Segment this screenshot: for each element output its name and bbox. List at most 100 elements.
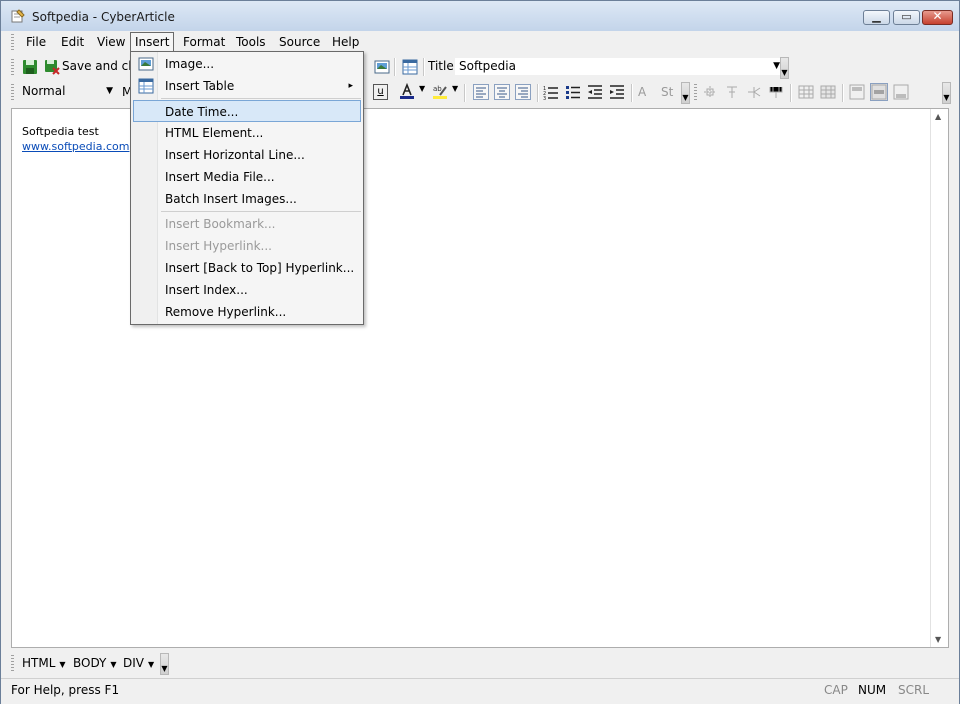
menu-item-back-to-top[interactable]: Insert [Back to Top] Hyperlink... xyxy=(133,257,361,279)
merge-cells-icon[interactable] xyxy=(768,84,784,100)
menu-edit[interactable]: Edit xyxy=(57,33,88,52)
vertical-scrollbar[interactable]: ▲ ▼ xyxy=(930,109,948,647)
table-grid-icon[interactable] xyxy=(798,84,814,100)
menu-item-hyperlink: Insert Hyperlink... xyxy=(133,235,361,257)
menu-item-date-time[interactable]: Date Time... xyxy=(133,100,361,122)
superscript-icon[interactable]: A xyxy=(638,85,646,99)
format-toolbar-overflow-button[interactable]: ▼ xyxy=(681,82,690,104)
menu-item-label: Insert Table xyxy=(165,79,235,93)
outdent-icon[interactable] xyxy=(587,84,603,100)
table-icon xyxy=(138,78,154,94)
window-title: Softpedia - CyberArticle xyxy=(32,10,175,24)
minimize-icon: ▁ xyxy=(872,10,881,23)
status-help-text: For Help, press F1 xyxy=(11,683,120,697)
menu-item-label: Insert Media File... xyxy=(165,170,275,184)
menu-item-label: Batch Insert Images... xyxy=(165,192,297,206)
menu-tools[interactable]: Tools xyxy=(232,33,270,52)
app-icon xyxy=(11,9,25,23)
font-color-icon[interactable] xyxy=(399,83,415,99)
scroll-down-icon[interactable]: ▼ xyxy=(935,635,941,644)
bullet-list-icon[interactable] xyxy=(565,84,581,100)
indent-icon[interactable] xyxy=(609,84,625,100)
menu-item-label: HTML Element... xyxy=(165,126,264,140)
breadcrumb-div[interactable]: DIV ▼ xyxy=(123,656,154,670)
valign-top-icon[interactable] xyxy=(849,84,865,100)
menu-item-bookmark: Insert Bookmark... xyxy=(133,213,361,235)
breadcrumb-label: DIV xyxy=(123,656,144,670)
style-value: Normal xyxy=(22,84,66,98)
highlight-color-icon[interactable]: ab xyxy=(432,83,448,99)
paragraph-style-select[interactable]: Normal ▼ xyxy=(17,82,117,101)
menu-item-label: Remove Hyperlink... xyxy=(165,305,287,319)
document-link[interactable]: www.softpedia.com xyxy=(22,140,129,153)
chevron-down-icon: ▼ xyxy=(148,660,155,669)
strikethrough-icon[interactable]: St xyxy=(661,85,673,99)
table-toolbar-grip[interactable] xyxy=(694,84,697,100)
menu-item-label: Insert Bookmark... xyxy=(165,217,276,231)
chevron-down-icon: ▼ xyxy=(59,660,66,669)
menu-item-image[interactable]: Image... xyxy=(133,53,361,75)
breadcrumb-overflow-button[interactable]: ▼ xyxy=(160,653,169,675)
title-label: Title xyxy=(428,59,454,73)
breadcrumb-grip[interactable] xyxy=(11,655,14,671)
close-button[interactable]: ✕ xyxy=(922,9,953,25)
table-toolbar-overflow-button[interactable]: ▼ xyxy=(942,82,951,104)
menu-item-html-element[interactable]: HTML Element... xyxy=(133,122,361,144)
align-left-icon[interactable] xyxy=(473,84,489,100)
menu-item-media-file[interactable]: Insert Media File... xyxy=(133,166,361,188)
status-bar: For Help, press F1 CAP NUM SCRL xyxy=(1,678,959,704)
toolbar-separator xyxy=(394,58,396,76)
menu-bar: File Edit View Insert Format Tools Sourc… xyxy=(9,31,951,53)
menu-file[interactable]: File xyxy=(22,33,50,52)
format-toolbar-grip[interactable] xyxy=(11,84,14,100)
chevron-down-icon[interactable]: ▼ xyxy=(452,84,458,93)
save-close-label[interactable]: Save and close xyxy=(62,59,134,73)
align-right-icon[interactable] xyxy=(515,84,531,100)
save-close-icon[interactable] xyxy=(44,59,60,75)
align-center-icon[interactable] xyxy=(494,84,510,100)
document-text[interactable]: Softpedia test xyxy=(22,125,99,138)
menu-item-insert-table[interactable]: Insert Table ▸ xyxy=(133,75,361,97)
scroll-up-icon[interactable]: ▲ xyxy=(935,112,941,121)
menu-format[interactable]: Format xyxy=(179,33,229,52)
toolbar-separator xyxy=(423,58,425,76)
menu-view[interactable]: View xyxy=(93,33,129,52)
scroll-lock-indicator: SCRL xyxy=(898,683,930,697)
underline-icon[interactable]: u xyxy=(373,84,388,100)
numbered-list-icon[interactable]: 123 xyxy=(543,84,559,100)
menu-source[interactable]: Source xyxy=(275,33,324,52)
chevron-down-icon[interactable]: ▼ xyxy=(106,83,113,100)
valign-middle-icon[interactable] xyxy=(870,83,888,101)
title-bar: Softpedia - CyberArticle ▁ ▭ ✕ xyxy=(1,1,959,31)
title-value: Softpedia xyxy=(459,59,516,73)
breadcrumb-body[interactable]: BODY ▼ xyxy=(73,656,117,670)
menu-help[interactable]: Help xyxy=(328,33,363,52)
menu-insert[interactable]: Insert xyxy=(130,32,175,53)
minimize-button[interactable]: ▁ xyxy=(863,10,890,25)
menu-item-remove-hyperlink[interactable]: Remove Hyperlink... xyxy=(133,301,361,323)
menu-item-horizontal-line[interactable]: Insert Horizontal Line... xyxy=(133,144,361,166)
breadcrumb-html[interactable]: HTML ▼ xyxy=(22,656,66,670)
menu-item-label: Insert Horizontal Line... xyxy=(165,148,305,162)
insert-image-icon[interactable] xyxy=(374,59,390,75)
split-cell-icon[interactable] xyxy=(746,84,762,100)
save-icon[interactable] xyxy=(22,59,38,75)
toolbar-overflow-button[interactable]: ▼ xyxy=(780,57,789,79)
chevron-down-icon[interactable]: ▼ xyxy=(773,58,780,75)
maximize-button[interactable]: ▭ xyxy=(893,10,920,25)
chevron-down-icon[interactable]: ▼ xyxy=(419,84,425,93)
insert-column-icon[interactable] xyxy=(724,84,740,100)
menu-item-index[interactable]: Insert Index... xyxy=(133,279,361,301)
menu-item-batch-images[interactable]: Batch Insert Images... xyxy=(133,188,361,210)
app-window: Softpedia - CyberArticle ▁ ▭ ✕ File Edit… xyxy=(0,0,960,704)
valign-bottom-icon[interactable] xyxy=(893,84,909,100)
submenu-arrow-icon: ▸ xyxy=(348,81,353,91)
menubar-grip[interactable] xyxy=(11,34,14,50)
toolbar-grip[interactable] xyxy=(11,59,14,75)
title-field[interactable]: Softpedia ▼ xyxy=(454,57,784,76)
insert-row-icon[interactable] xyxy=(702,84,718,100)
maximize-icon: ▭ xyxy=(901,10,912,23)
insert-table-icon[interactable] xyxy=(402,59,418,75)
table-props-icon[interactable] xyxy=(820,84,836,100)
insert-menu-dropdown: Image... Insert Table ▸ Date Time... HTM… xyxy=(130,51,364,325)
